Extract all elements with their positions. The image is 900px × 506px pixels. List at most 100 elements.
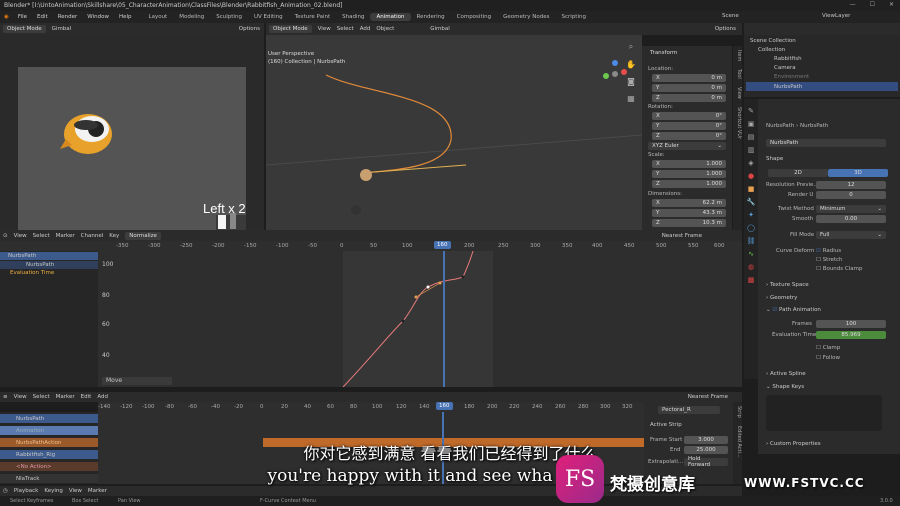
outliner-camera[interactable]: Camera xyxy=(774,65,796,71)
viewport-orientation[interactable]: Gimbal xyxy=(430,26,450,32)
timeline-menu-view[interactable]: View xyxy=(69,488,82,494)
view-layer-selector[interactable]: ViewLayer xyxy=(822,13,850,19)
rotation-mode-dropdown[interactable]: XYZ Euler ⌄ xyxy=(648,142,726,150)
nla-track-no-action[interactable]: <No Action> xyxy=(0,462,98,471)
tab-shading[interactable]: Shading xyxy=(336,13,370,21)
datablock-field[interactable]: NurbsPath xyxy=(766,139,886,147)
section-texture-space[interactable]: › Texture Space xyxy=(766,282,809,288)
orientation-dropdown[interactable]: Gimbal xyxy=(52,26,72,32)
rotation-x-field[interactable]: X 0° xyxy=(652,112,726,120)
graph-playhead[interactable] xyxy=(443,251,445,387)
operator-panel-move[interactable]: Move xyxy=(102,377,172,385)
tab-modeling[interactable]: Modeling xyxy=(173,13,210,21)
timeline-menu-keying[interactable]: Keying xyxy=(44,488,62,494)
channel-evaluation-time[interactable]: Evaluation Time xyxy=(10,270,54,276)
close-icon[interactable]: ✕ xyxy=(889,1,894,8)
outliner-collection[interactable]: Collection xyxy=(758,47,785,53)
channel-nurbspath-object[interactable]: NurbsPath xyxy=(0,252,98,260)
section-shape-keys[interactable]: ⌄ Shape Keys xyxy=(766,384,804,390)
scale-y-field[interactable]: Y 1.000 xyxy=(652,170,726,178)
channel-nurbspath-data[interactable]: NurbsPath xyxy=(0,261,98,269)
pan-hand-icon[interactable]: ✋ xyxy=(626,60,636,69)
outliner-rabbitfish[interactable]: Rabbitfish xyxy=(774,56,802,62)
menu-edit[interactable]: Edit xyxy=(32,14,53,20)
maximize-icon[interactable]: ☐ xyxy=(870,1,875,8)
frames-field[interactable]: 100 xyxy=(816,320,886,328)
menu-file[interactable]: File xyxy=(13,14,32,20)
tab-tool[interactable]: Tool xyxy=(733,69,742,79)
location-y-field[interactable]: Y0 m xyxy=(652,84,726,92)
zoom-icon[interactable]: ⌕ xyxy=(629,42,633,52)
scene-selector[interactable]: Scene xyxy=(722,13,739,19)
outliner-nurbspath[interactable]: NurbsPath xyxy=(746,82,898,91)
graph-area[interactable]: 100 80 60 40 Move xyxy=(98,251,742,387)
blender-logo-icon[interactable]: ◉ xyxy=(0,14,13,20)
tab-scripting[interactable]: Scripting xyxy=(556,13,592,21)
rotation-z-field[interactable]: Z 0° xyxy=(652,132,726,140)
nla-editor-type-icon[interactable]: ≡ xyxy=(3,394,8,400)
evaluation-time-field[interactable]: 85.969 xyxy=(816,331,886,339)
texture-icon[interactable]: ▩ xyxy=(748,276,755,284)
tab-shortcut[interactable]: Shortcut VUr xyxy=(733,107,742,139)
graph-snap-dropdown[interactable]: Nearest Frame xyxy=(662,233,702,239)
graph-menu-view[interactable]: View xyxy=(14,233,27,239)
grid-icon[interactable]: ▦ xyxy=(627,94,635,103)
viewport-menu-select[interactable]: Select xyxy=(337,26,354,32)
tab-layout[interactable]: Layout xyxy=(143,13,174,21)
dimensions-y-field[interactable]: Y 43.3 m xyxy=(652,209,726,217)
smooth-field[interactable]: 0.00 xyxy=(816,215,886,223)
graph-current-frame[interactable]: 160 xyxy=(434,241,451,249)
editor-type-icon[interactable]: ⊙ xyxy=(3,233,8,239)
fcurve[interactable] xyxy=(98,251,742,387)
tab-compositing[interactable]: Compositing xyxy=(451,13,497,21)
particles-icon[interactable]: ✦ xyxy=(748,211,754,219)
extrapolation-dropdown[interactable]: Hold Forward xyxy=(684,456,728,468)
timeline-type-icon[interactable]: ◷ xyxy=(3,488,8,494)
viewport-mode-dropdown[interactable]: Object Mode xyxy=(269,25,312,33)
follow-checkbox[interactable]: ☐ Follow xyxy=(816,355,840,361)
dimensions-x-field[interactable]: X 62.2 m xyxy=(652,199,726,207)
shape-keys-list[interactable] xyxy=(766,395,882,431)
viewport-menu-view[interactable]: View xyxy=(318,26,331,32)
tab-geometry-nodes[interactable]: Geometry Nodes xyxy=(497,13,555,21)
nla-track-action[interactable]: NurbsPathAction xyxy=(0,438,98,447)
normalize-toggle[interactable]: Normalize xyxy=(125,231,161,240)
timeline-menu-marker[interactable]: Marker xyxy=(88,488,107,494)
graph-menu-marker[interactable]: Marker xyxy=(56,233,75,239)
section-active-strip[interactable]: Active Strip xyxy=(650,422,682,428)
nla-track-rig[interactable]: Rabbitfish_Rig xyxy=(0,450,98,459)
nla-ruler[interactable]: -140 -120 -100 -80 -60 -40 -20 0 20 40 6… xyxy=(98,402,644,412)
resolution-field[interactable]: 12 xyxy=(816,181,886,189)
rotation-y-field[interactable]: Y 0° xyxy=(652,122,726,130)
nla-track-nurbspath[interactable]: NurbsPath xyxy=(0,414,98,423)
twist-method-dropdown[interactable]: Minimum ⌄ xyxy=(816,205,886,213)
mode-dropdown[interactable]: Object Mode xyxy=(3,25,46,33)
strip-name-field[interactable]: Pectoral_R xyxy=(658,406,720,414)
output-icon[interactable]: ▤ xyxy=(748,133,755,141)
section-active-spline[interactable]: › Active Spline xyxy=(766,371,806,377)
scale-x-field[interactable]: X 1.000 xyxy=(652,160,726,168)
options-dropdown[interactable]: Options xyxy=(239,26,260,32)
2d-button[interactable]: 2D xyxy=(768,169,828,177)
location-x-field[interactable]: X0 m xyxy=(652,74,726,82)
tool-icon[interactable]: ✎ xyxy=(748,107,754,115)
menu-render[interactable]: Render xyxy=(53,14,83,20)
section-shape[interactable]: Shape xyxy=(766,156,783,162)
section-custom-properties[interactable]: › Custom Properties xyxy=(766,441,821,447)
viewport-menu-add[interactable]: Add xyxy=(360,26,371,32)
scene-icon[interactable]: ◈ xyxy=(748,159,753,167)
tab-sculpting[interactable]: Sculpting xyxy=(210,13,248,21)
nla-track-nlatrack[interactable]: NlaTrack xyxy=(0,474,98,483)
frame-start-field[interactable]: 3.000 xyxy=(684,436,728,444)
3d-button[interactable]: 3D xyxy=(828,169,888,177)
outliner-environment[interactable]: Environment xyxy=(774,74,809,80)
constraints-icon[interactable]: ⛓ xyxy=(747,237,756,245)
end-field[interactable]: 25.000 xyxy=(684,446,728,454)
graph-menu-channel[interactable]: Channel xyxy=(81,233,104,239)
tab-view[interactable]: View xyxy=(733,87,742,99)
graph-menu-select[interactable]: Select xyxy=(33,233,50,239)
graph-ruler[interactable]: -350 -300 -250 -200 -150 -100 -50 0 50 1… xyxy=(0,241,742,251)
render-icon[interactable]: ▣ xyxy=(748,120,755,128)
minimize-icon[interactable]: — xyxy=(850,1,856,8)
material-icon[interactable]: ◍ xyxy=(748,263,754,271)
